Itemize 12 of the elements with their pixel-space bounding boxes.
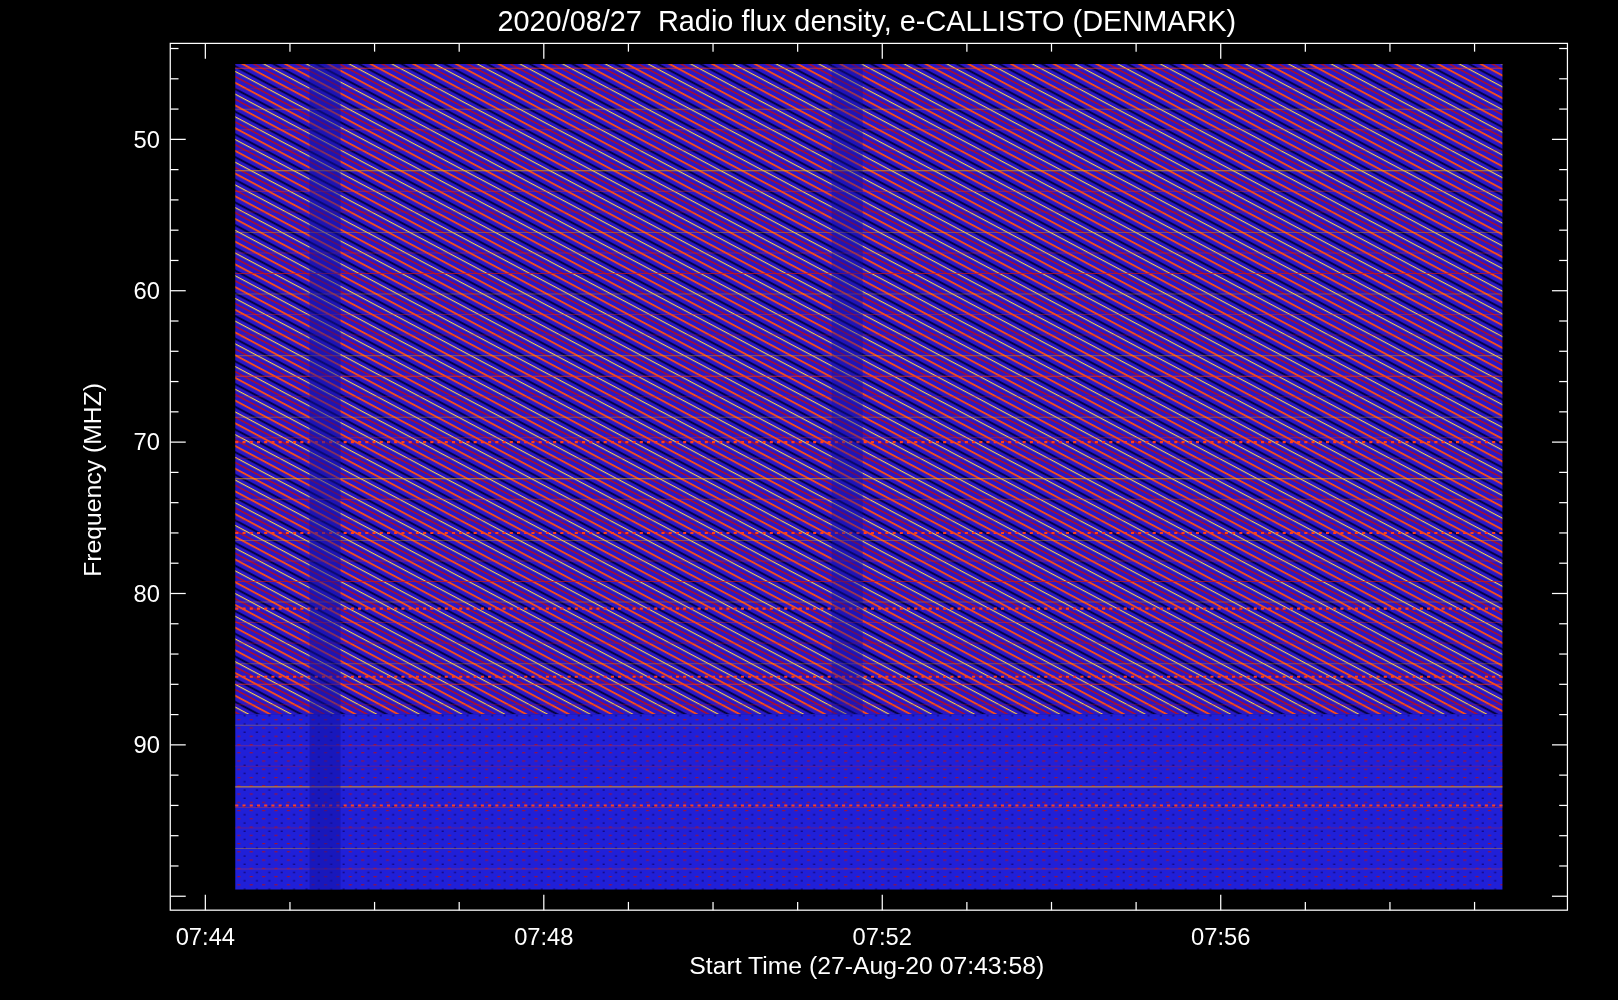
tick-label: 60 (133, 278, 160, 304)
tick-label: 80 (133, 580, 160, 607)
chart-title: 2020/08/27 Radio flux density, e-CALLISTO (DENMARK) (497, 5, 1237, 37)
tick-label: 07:48 (514, 924, 574, 951)
tick-label: 07:44 (175, 924, 236, 951)
axis-label: Frequency (MHZ) (79, 382, 107, 577)
tick-label: 70 (133, 429, 160, 456)
tick-label: 50 (133, 126, 160, 153)
tick-label: 90 (133, 732, 160, 759)
tick-label: 07:52 (852, 924, 912, 951)
axis-label: Start Time (27-Aug-20 07:43:58) (689, 952, 1045, 980)
tick-label: 07:56 (1191, 924, 1251, 951)
